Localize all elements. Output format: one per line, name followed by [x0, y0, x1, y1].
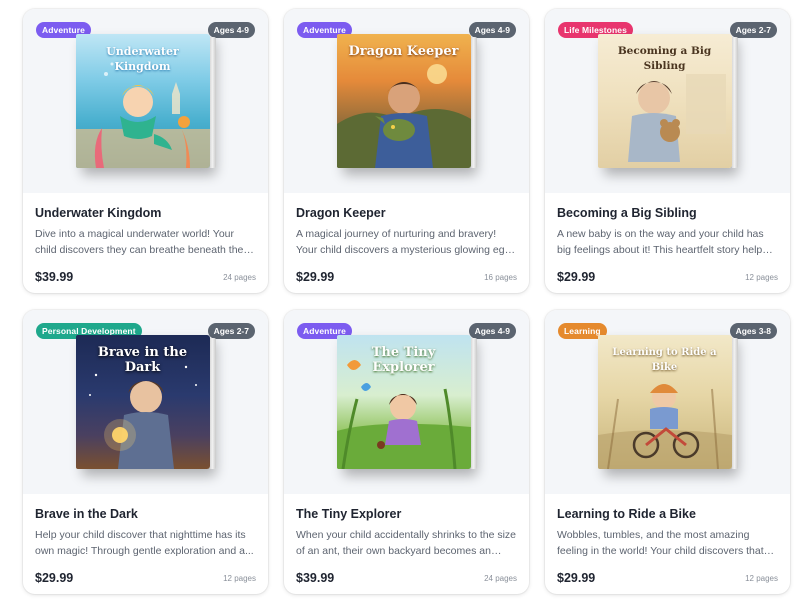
book-cover-image[interactable]: Becoming a Big Sibling [597, 34, 738, 174]
book-description: Dive into a magical underwater world! Yo… [35, 228, 244, 256]
cover-title: The Tiny Explorer [371, 345, 436, 375]
book-cover-image[interactable]: Underwater Kingdom [75, 34, 216, 174]
book-cover-area: Life Milestones Ages 2-7 Becoming a Big … [545, 9, 790, 193]
page-count: 24 pages [223, 272, 256, 282]
book-cover-area: Learning Ages 3-8 Learning to Ride a Bik… [545, 310, 790, 494]
page-count: 24 pages [484, 573, 517, 583]
cover-title: Underwater Kingdom [106, 45, 179, 73]
book-cover-image[interactable]: Dragon Keeper [336, 34, 477, 174]
book-price: $29.99 [557, 270, 596, 284]
cover-title: Becoming a Big Sibling [617, 45, 712, 72]
book-cover-image[interactable]: The Tiny Explorer [336, 335, 477, 475]
book-card[interactable]: Personal Development Ages 2-7 Brave in t… [23, 310, 268, 594]
book-card[interactable]: Learning Ages 3-8 Learning to Ride a Bik… [545, 310, 790, 594]
book-description: A magical journey of nurturing and brave… [296, 228, 511, 256]
book-description: When your child accidentally shrinks to … [296, 529, 517, 557]
book-cover-area: Adventure Ages 4-9 The Tiny Explorer [284, 310, 529, 494]
book-description: A new baby is on the way and your child … [557, 228, 768, 256]
page-count: 16 pages [484, 272, 517, 282]
book-price: $39.99 [296, 571, 335, 585]
page-count: 12 pages [223, 573, 256, 583]
book-price: $29.99 [557, 571, 596, 585]
page-count: 12 pages [745, 573, 778, 583]
cover-title: Dragon Keeper [348, 44, 459, 59]
book-cover-area: Adventure Ages 4-9 Underwater Kingdom [23, 9, 268, 193]
book-grid: Adventure Ages 4-9 Underwater Kingdom Un… [23, 9, 790, 594]
cover-title: Brave in the Dark [97, 345, 188, 375]
book-cover-area: Adventure Ages 4-9 Dragon Keeper [284, 9, 529, 193]
page-count: 12 pages [745, 272, 778, 282]
book-cover-image[interactable]: Learning to Ride a Bike [597, 335, 738, 475]
book-description: Help your child discover that nighttime … [35, 529, 254, 557]
book-price: $29.99 [296, 270, 335, 284]
book-title: Dragon Keeper [296, 206, 386, 220]
book-cover-area: Personal Development Ages 2-7 Brave in t… [23, 310, 268, 494]
book-card[interactable]: Adventure Ages 4-9 Underwater Kingdom Un… [23, 9, 268, 293]
book-title: Learning to Ride a Bike [557, 507, 696, 521]
book-card[interactable]: Life Milestones Ages 2-7 Becoming a Big … [545, 9, 790, 293]
book-title: Becoming a Big Sibling [557, 206, 697, 220]
book-description: Wobbles, tumbles, and the most amazing f… [557, 529, 764, 557]
book-price: $29.99 [35, 571, 74, 585]
book-cover-image[interactable]: Brave in the Dark [75, 335, 216, 475]
book-title: Underwater Kingdom [35, 206, 162, 220]
book-title: The Tiny Explorer [296, 507, 402, 521]
book-card[interactable]: Adventure Ages 4-9 Dragon Keeper Dragon … [284, 9, 529, 293]
book-card[interactable]: Adventure Ages 4-9 The Tiny Explorer The… [284, 310, 529, 594]
book-title: Brave in the Dark [35, 507, 138, 521]
book-price: $39.99 [35, 270, 74, 284]
cover-title: Learning to Ride a Bike [612, 347, 717, 373]
